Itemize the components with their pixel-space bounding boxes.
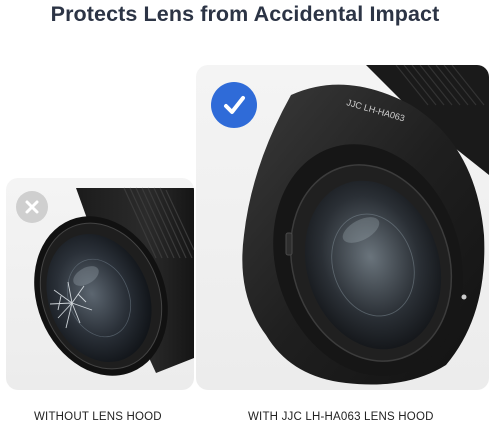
without-hood-caption: WITHOUT LENS HOOD xyxy=(34,411,162,423)
headline: Protects Lens from Accidental Impact xyxy=(50,2,440,26)
check-icon xyxy=(224,96,245,114)
x-icon xyxy=(25,200,39,214)
check-badge xyxy=(211,82,257,128)
x-badge xyxy=(16,191,48,223)
with-hood-caption: WITH JJC LH-HA063 LENS HOOD xyxy=(248,411,434,423)
